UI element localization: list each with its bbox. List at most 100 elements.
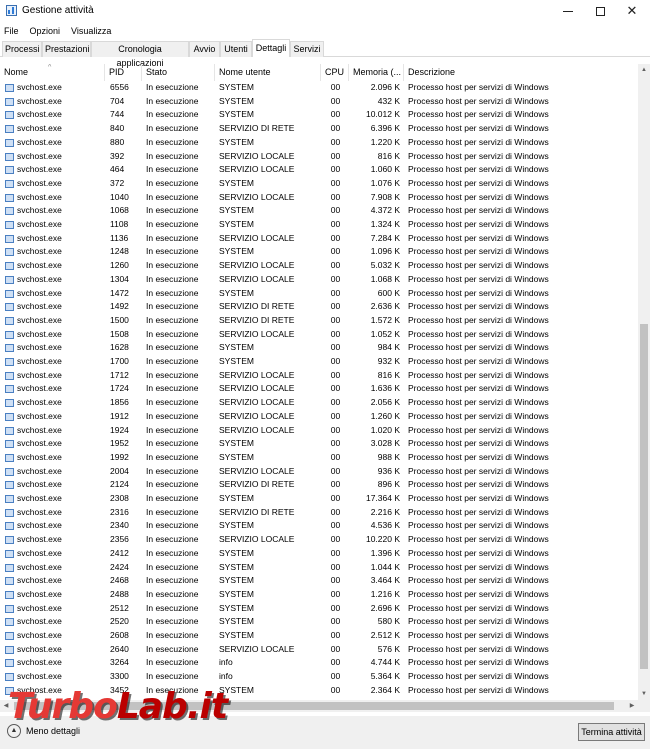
table-row[interactable]: svchost.exe 3300 In esecuzione info 00 5.364 … — [0, 670, 638, 684]
process-memory: 2.364 K — [370, 684, 400, 695]
table-row[interactable]: svchost.exe 2468 In esecuzione SYSTEM 00 3.46… — [0, 574, 638, 588]
process-user: SYSTEM — [219, 219, 254, 229]
table-row[interactable]: svchost.exe 1992 In esecuzione SYSTEM 00 988 … — [0, 451, 638, 465]
process-description: Processo host per servizi di Windows — [408, 260, 549, 271]
table-row[interactable]: svchost.exe 372 In esecuzione SYSTEM 00 1.076… — [0, 177, 638, 191]
scroll-up-icon[interactable]: ▲ — [638, 64, 650, 76]
table-row[interactable]: svchost.exe 1472 In esecuzione SYSTEM 00 600 … — [0, 287, 638, 301]
minimize-button[interactable] — [552, 0, 584, 22]
table-row[interactable]: svchost.exe 3452 In esecuzione SYSTEM 00 2.36… — [0, 684, 638, 698]
menu-visualizza[interactable]: Visualizza — [71, 26, 111, 36]
process-user: SYSTEM — [219, 684, 254, 695]
table-row[interactable]: svchost.exe 1912 In esecuzione SERVIZIO LOC… — [0, 410, 638, 424]
table-row[interactable]: svchost.exe 2308 In esecuzione SYSTEM 00 17.3… — [0, 492, 638, 506]
process-name: svchost.exe — [17, 684, 62, 695]
table-row[interactable]: svchost.exe 1724 In esecuzione SERVIZIO LOC… — [0, 382, 638, 396]
tab-prestazioni[interactable]: Prestazioni — [42, 41, 91, 57]
process-status: In esecuzione — [146, 82, 199, 92]
column-header-cpu[interactable]: CPU — [321, 64, 349, 81]
close-button[interactable]: ✕ — [616, 0, 648, 22]
table-row[interactable]: svchost.exe 2412 In esecuzione SYSTEM 00 1.39… — [0, 547, 638, 561]
table-row[interactable]: svchost.exe 1952 In esecuzione SYSTEM 00 3.02… — [0, 437, 638, 451]
table-row[interactable]: svchost.exe 2340 In esecuzione SYSTEM 00 4.53… — [0, 519, 638, 533]
process-user: SYSTEM — [219, 177, 254, 188]
process-icon — [5, 152, 14, 161]
vertical-scroll-thumb[interactable] — [640, 324, 648, 669]
table-row[interactable]: svchost.exe 2424 In esecuzione SYSTEM 00 1.04… — [0, 561, 638, 575]
table-row[interactable]: svchost.exe 1924 In esecuzione SERVIZIO LOC… — [0, 424, 638, 438]
end-task-button[interactable]: Termina attività — [578, 723, 645, 741]
column-header-nome[interactable]: Nome ^ — [0, 64, 105, 81]
table-row[interactable]: svchost.exe 2004 In esecuzione SERVIZIO LOC… — [0, 465, 638, 479]
table-row[interactable]: svchost.exe 2512 In esecuzione SYSTEM 00 2.69… — [0, 602, 638, 616]
table-row[interactable]: svchost.exe 392 In esecuzione SERVIZIO LOCA… — [0, 150, 638, 164]
table-row[interactable]: svchost.exe 704 In esecuzione SYSTEM 00 432 K… — [0, 95, 638, 109]
table-row[interactable]: svchost.exe 2640 In esecuzione SERVIZIO LOC… — [0, 643, 638, 657]
process-pid: 1700 — [110, 356, 129, 366]
menu-opzioni[interactable]: Opzioni — [30, 26, 61, 36]
process-pid: 2356 — [110, 534, 129, 545]
tab-avvio[interactable]: Avvio — [189, 41, 220, 57]
table-row[interactable]: svchost.exe 880 In esecuzione SYSTEM 00 1.220… — [0, 136, 638, 150]
table-row[interactable]: svchost.exe 2356 In esecuzione SERVIZIO LOC… — [0, 533, 638, 547]
process-status: In esecuzione — [146, 451, 199, 462]
table-row[interactable]: svchost.exe 2316 In esecuzione SERVIZIO DI … — [0, 506, 638, 520]
process-description: Processo host per servizi di Windows — [408, 657, 549, 668]
table-row[interactable]: svchost.exe 1700 In esecuzione SYSTEM 00 932 … — [0, 355, 638, 369]
tab-utenti[interactable]: Utenti — [220, 41, 252, 57]
process-user: SERVIZIO LOCALE — [219, 369, 295, 380]
process-description: Processo host per servizi di Windows — [408, 342, 549, 353]
tab-processi[interactable]: Processi — [2, 41, 42, 57]
scroll-right-icon[interactable]: ▶ — [626, 700, 638, 712]
table-row[interactable]: svchost.exe 1628 In esecuzione SYSTEM 00 984 … — [0, 341, 638, 355]
table-row[interactable]: svchost.exe 2124 In esecuzione SERVIZIO DI … — [0, 478, 638, 492]
column-header-descrizione[interactable]: Descrizione — [404, 64, 638, 81]
table-row[interactable]: svchost.exe 1040 In esecuzione SERVIZIO LOC… — [0, 191, 638, 205]
column-header-memoria[interactable]: Memoria (... — [349, 64, 404, 81]
table-row[interactable]: svchost.exe 2488 In esecuzione SYSTEM 00 1.21… — [0, 588, 638, 602]
process-name: svchost.exe — [17, 164, 62, 175]
table-row[interactable]: svchost.exe 1068 In esecuzione SYSTEM 00 4.37… — [0, 204, 638, 218]
process-status: In esecuzione — [146, 465, 199, 476]
process-icon — [5, 536, 14, 545]
horizontal-scrollbar[interactable]: ◀ ▶ — [0, 700, 638, 712]
tab-dettagli[interactable]: Dettagli — [252, 39, 290, 57]
horizontal-scroll-thumb[interactable] — [14, 702, 614, 710]
table-row[interactable]: svchost.exe 1508 In esecuzione SERVIZIO LOC… — [0, 328, 638, 342]
table-row[interactable]: svchost.exe 744 In esecuzione SYSTEM 00 10.01… — [0, 108, 638, 122]
tab-servizi[interactable]: Servizi — [290, 41, 324, 57]
table-row[interactable]: svchost.exe 1500 In esecuzione SERVIZIO DI … — [0, 314, 638, 328]
process-pid: 1248 — [110, 246, 129, 257]
table-row[interactable]: svchost.exe 1108 In esecuzione SYSTEM 00 1.32… — [0, 218, 638, 232]
chevron-up-icon[interactable]: ▲ — [7, 724, 21, 738]
table-row[interactable]: svchost.exe 1260 In esecuzione SERVIZIO LOC… — [0, 259, 638, 273]
scroll-down-icon[interactable]: ▼ — [638, 688, 650, 700]
table-row[interactable]: svchost.exe 464 In esecuzione SERVIZIO LOCA… — [0, 163, 638, 177]
column-header-stato[interactable]: Stato — [142, 64, 215, 81]
scroll-left-icon[interactable]: ◀ — [0, 700, 12, 712]
column-header-nome-utente[interactable]: Nome utente — [215, 64, 321, 81]
table-row[interactable]: svchost.exe 1856 In esecuzione SERVIZIO LOC… — [0, 396, 638, 410]
process-cpu: 00 — [330, 273, 341, 284]
column-header-pid[interactable]: PID — [105, 64, 142, 81]
table-row[interactable]: svchost.exe 1136 In esecuzione SERVIZIO LOC… — [0, 232, 638, 246]
table-row[interactable]: svchost.exe 2520 In esecuzione SYSTEM 00 580 … — [0, 615, 638, 629]
maximize-button[interactable] — [584, 0, 616, 22]
process-name: svchost.exe — [17, 520, 62, 531]
table-row[interactable]: svchost.exe 1712 In esecuzione SERVIZIO LOC… — [0, 369, 638, 383]
table-row[interactable]: svchost.exe 2608 In esecuzione SYSTEM 00 2.51… — [0, 629, 638, 643]
table-row[interactable]: svchost.exe 1248 In esecuzione SYSTEM 00 1.09… — [0, 245, 638, 259]
table-row[interactable]: svchost.exe 6556 In esecuzione SYSTEM 00 2.09… — [0, 81, 638, 95]
table-row[interactable]: svchost.exe 1492 In esecuzione SERVIZIO DI … — [0, 300, 638, 314]
table-row[interactable]: svchost.exe 3264 In esecuzione info 00 4.744 … — [0, 656, 638, 670]
tab-cronologia-applicazioni[interactable]: Cronologia applicazioni — [91, 41, 189, 68]
process-status: In esecuzione — [146, 191, 199, 202]
vertical-scrollbar[interactable]: ▲ ▼ — [638, 64, 650, 700]
menu-file[interactable]: File — [4, 26, 19, 36]
less-details-link[interactable]: Meno dettagli — [26, 726, 80, 736]
process-cpu: 00 — [330, 150, 341, 161]
table-row[interactable]: svchost.exe 1304 In esecuzione SERVIZIO LOC… — [0, 273, 638, 287]
process-pid: 1508 — [110, 328, 129, 339]
process-description: Processo host per servizi di Windows — [408, 630, 549, 640]
table-row[interactable]: svchost.exe 840 In esecuzione SERVIZIO DI R… — [0, 122, 638, 136]
